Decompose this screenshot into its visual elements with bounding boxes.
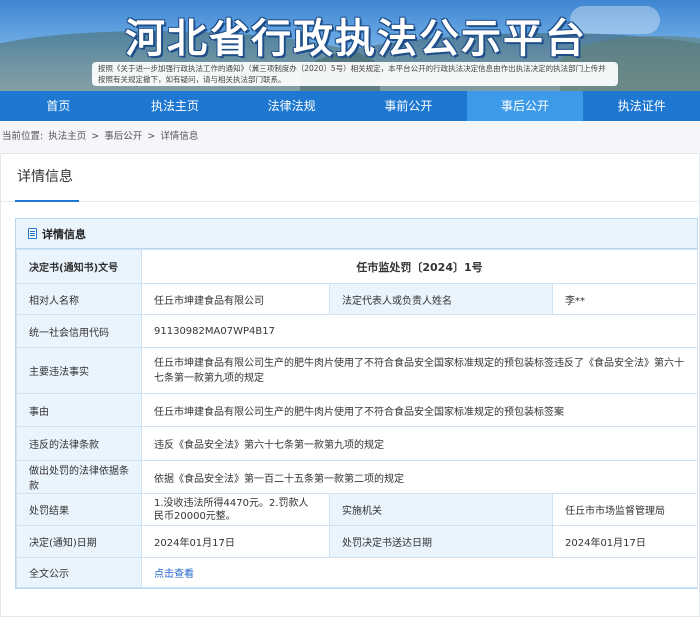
decision-date-value: 2024年01月17日 bbox=[141, 525, 330, 558]
header-banner: 河北省行政执法公示平台 按照《关于进一步加强行政执法工作的通知》（冀三项制度办〔… bbox=[0, 0, 700, 91]
document-icon bbox=[28, 228, 37, 239]
breadcrumb-prefix: 当前位置: bbox=[2, 131, 44, 142]
main-nav: 首页 执法主页 法律法规 事前公开 事后公开 执法证件 bbox=[0, 91, 700, 121]
cause-label: 事由 bbox=[16, 393, 142, 427]
table-row: 决定(通知)日期 2024年01月17日 处罚决定书送达日期 2024年01月1… bbox=[16, 525, 699, 558]
table-row: 处罚结果 1.没收违法所得4470元。2.罚款人民币20000元整。 实施机关 … bbox=[16, 493, 699, 526]
table-row: 决定书(通知书)文号 任市监处罚〔2024〕1号 bbox=[16, 249, 699, 284]
table-row: 全文公示 点击查看 bbox=[16, 557, 699, 588]
breadcrumb-separator: > bbox=[91, 131, 100, 142]
facts-value: 任丘市坤建食品有限公司生产的肥牛肉片使用了不符合食品安全国家标准规定的预包装标签… bbox=[140, 347, 699, 394]
table-row: 事由 任丘市坤建食品有限公司生产的肥牛肉片使用了不符合食品安全国家标准规定的预包… bbox=[16, 393, 699, 427]
credit-code-value: 91130982MA07WP4B17 bbox=[140, 314, 699, 348]
cause-value: 任丘市坤建食品有限公司生产的肥牛肉片使用了不符合食品安全国家标准规定的预包装标签… bbox=[140, 393, 699, 427]
decision-no-value: 任市监处罚〔2024〕1号 bbox=[140, 249, 699, 284]
breadcrumb-item-post-disclosure[interactable]: 事后公开 bbox=[104, 131, 142, 142]
agency-label: 实施机关 bbox=[329, 493, 553, 526]
site-title: 河北省行政执法公示平台 bbox=[125, 16, 587, 62]
credit-code-label: 统一社会信用代码 bbox=[16, 314, 142, 348]
basis-value: 依据《食品安全法》第一百二十五条第一款第二项的规定 bbox=[140, 460, 699, 494]
legal-rep-label: 法定代表人或负责人姓名 bbox=[329, 283, 553, 315]
legal-rep-value: 李** bbox=[551, 283, 699, 315]
party-value: 任丘市坤建食品有限公司 bbox=[141, 283, 330, 315]
nav-laws[interactable]: 法律法规 bbox=[233, 91, 350, 121]
panel-title-underline bbox=[15, 200, 79, 202]
delivery-date-value: 2024年01月17日 bbox=[551, 525, 699, 558]
breadcrumb: 当前位置: 执法主页 > 事后公开 > 详情信息 bbox=[0, 121, 700, 153]
basis-label: 做出处罚的法律依据条款 bbox=[16, 460, 142, 494]
decision-no-label: 决定书(通知书)文号 bbox=[16, 249, 142, 284]
agency-value: 任丘市市场监督管理局 bbox=[551, 493, 699, 526]
table-row: 主要违法事实 任丘市坤建食品有限公司生产的肥牛肉片使用了不符合食品安全国家标准规… bbox=[16, 347, 699, 394]
nav-post-disclosure[interactable]: 事后公开 bbox=[466, 91, 584, 121]
result-value: 1.没收违法所得4470元。2.罚款人民币20000元整。 bbox=[141, 493, 330, 526]
nav-enforcement-home[interactable]: 执法主页 bbox=[117, 91, 234, 121]
violated-value: 违反《食品安全法》第六十七条第一款第九项的规定 bbox=[140, 426, 699, 461]
table-row: 相对人名称 任丘市坤建食品有限公司 法定代表人或负责人姓名 李** bbox=[16, 283, 699, 315]
facts-label: 主要违法事实 bbox=[16, 347, 142, 394]
breadcrumb-separator: > bbox=[147, 131, 156, 142]
site-notice: 按照《关于进一步加强行政执法工作的通知》（冀三项制度办〔2020〕5号）相关规定… bbox=[92, 62, 618, 86]
panel-title: 详情信息 bbox=[17, 169, 73, 185]
result-label: 处罚结果 bbox=[16, 493, 142, 526]
breadcrumb-item-detail: 详情信息 bbox=[160, 131, 199, 142]
party-label: 相对人名称 bbox=[16, 283, 142, 315]
detail-box-header: 详情信息 bbox=[16, 219, 697, 249]
nav-pre-disclosure[interactable]: 事前公开 bbox=[350, 91, 467, 121]
detail-box-title: 详情信息 bbox=[42, 228, 86, 241]
violated-label: 违反的法律条款 bbox=[16, 426, 142, 461]
delivery-date-label: 处罚决定书送达日期 bbox=[329, 525, 553, 558]
breadcrumb-item-enforcement-home[interactable]: 执法主页 bbox=[48, 131, 86, 142]
nav-certificates[interactable]: 执法证件 bbox=[583, 91, 700, 121]
decision-date-label: 决定(通知)日期 bbox=[16, 525, 142, 558]
table-row: 违反的法律条款 违反《食品安全法》第六十七条第一款第九项的规定 bbox=[16, 426, 699, 461]
table-row: 做出处罚的法律依据条款 依据《食品安全法》第一百二十五条第一款第二项的规定 bbox=[16, 460, 699, 494]
table-row: 统一社会信用代码 91130982MA07WP4B17 bbox=[16, 314, 699, 348]
detail-panel: 详情信息 详情信息 决定书(通知书)文号 任市监处罚〔2024〕1号 相对人名称… bbox=[0, 153, 700, 617]
detail-table: 决定书(通知书)文号 任市监处罚〔2024〕1号 相对人名称 任丘市坤建食品有限… bbox=[16, 249, 699, 588]
view-full-text-link[interactable]: 点击查看 bbox=[154, 569, 194, 580]
detail-box: 详情信息 决定书(通知书)文号 任市监处罚〔2024〕1号 相对人名称 任丘市坤… bbox=[15, 218, 699, 589]
panel-header: 详情信息 bbox=[1, 154, 699, 202]
nav-home[interactable]: 首页 bbox=[0, 91, 117, 121]
full-text-label: 全文公示 bbox=[16, 557, 142, 588]
